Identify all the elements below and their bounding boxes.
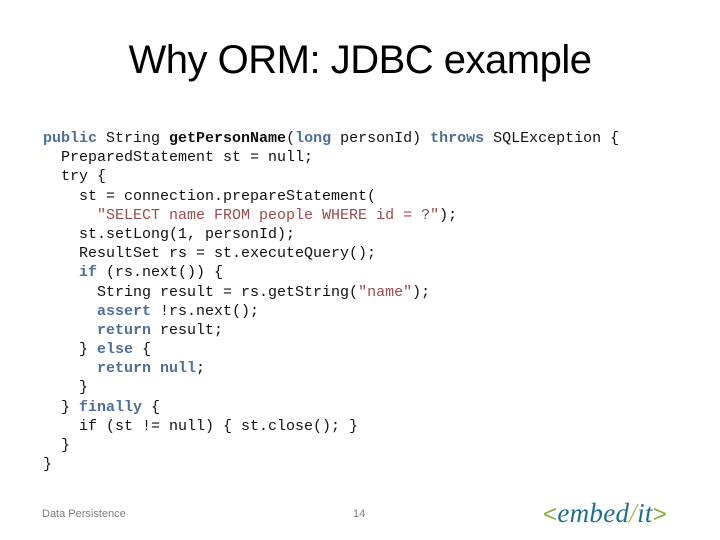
code-text: } xyxy=(43,398,80,416)
code-text: ResultSet rs = st.executeQuery(); xyxy=(43,245,377,263)
code-text: } xyxy=(43,341,98,359)
code-line: st = connection.prepareStatement( xyxy=(43,187,619,206)
code-line: } finally { xyxy=(43,398,619,417)
code-line: st.setLong(1, personId); xyxy=(43,225,619,244)
page-number: 14 xyxy=(353,508,366,520)
code-keyword: finally xyxy=(79,398,143,416)
code-text: !rs.next(); xyxy=(151,302,260,320)
code-text: { xyxy=(142,398,161,416)
code-text: String result = rs.getString( xyxy=(43,283,359,301)
code-line: } else { xyxy=(43,340,619,359)
code-line: return null; xyxy=(43,359,619,378)
code-line: "SELECT name FROM people WHERE id = ?"); xyxy=(43,206,619,225)
code-text: } xyxy=(43,379,89,397)
code-text: st = connection.prepareStatement( xyxy=(43,187,377,205)
code-line: } xyxy=(43,436,619,455)
logo-close-bracket: > xyxy=(652,501,668,528)
code-text: try { xyxy=(43,168,107,186)
logo-word-embed: embed xyxy=(557,498,630,528)
code-line: assert !rs.next(); xyxy=(43,302,619,321)
code-line: public String getPersonName(long personI… xyxy=(43,129,619,148)
code-keyword: else xyxy=(97,341,134,359)
code-method-name: getPersonName xyxy=(169,130,287,147)
logo-slash: / xyxy=(629,498,638,528)
code-text: ); xyxy=(412,283,431,301)
code-text: PreparedStatement st = null; xyxy=(43,149,314,167)
code-text: result; xyxy=(151,321,224,339)
code-string: "name" xyxy=(358,283,413,301)
code-line: PreparedStatement st = null; xyxy=(43,148,619,167)
logo-open-bracket: < xyxy=(543,501,558,528)
code-keyword: return null xyxy=(97,360,197,378)
code-keyword: if xyxy=(79,264,98,282)
footer-section-label: Data Persistence xyxy=(42,508,126,520)
code-text: (rs.next()) { xyxy=(97,264,224,282)
code-text: ; xyxy=(196,360,206,378)
code-text: ); xyxy=(439,206,458,224)
slide-title: Why ORM: JDBC example xyxy=(128,38,592,82)
code-line: if (st != null) { st.close(); } xyxy=(43,417,619,436)
embedit-logo: <embed/it> xyxy=(543,498,667,529)
code-line: ResultSet rs = st.executeQuery(); xyxy=(43,244,619,263)
code-block: public String getPersonName(long personI… xyxy=(43,129,619,474)
code-keyword: return xyxy=(97,321,152,339)
code-text: } xyxy=(43,437,71,454)
code-line: } xyxy=(43,378,619,397)
code-line: try { xyxy=(43,167,619,186)
code-keyword: long xyxy=(295,130,332,147)
code-text: personId) xyxy=(331,130,431,147)
code-line: String result = rs.getString("name"); xyxy=(43,283,619,302)
code-keyword: public xyxy=(43,130,98,147)
code-keyword: assert xyxy=(97,302,152,320)
code-text: st.setLong(1, personId); xyxy=(43,225,296,243)
code-text: String xyxy=(97,130,170,147)
code-text: SQLException { xyxy=(484,130,620,147)
code-text: ( xyxy=(286,130,296,147)
code-line: if (rs.next()) { xyxy=(43,263,619,282)
code-text: if (st != null) { st.close(); } xyxy=(43,417,359,435)
code-string: "SELECT name FROM people WHERE id = ?" xyxy=(97,206,440,224)
code-line: return result; xyxy=(43,321,619,340)
code-line: } xyxy=(43,455,619,474)
code-text: { xyxy=(133,341,152,359)
logo-word-it: it xyxy=(637,498,653,528)
code-keyword: throws xyxy=(430,130,485,147)
code-text: } xyxy=(43,456,53,474)
